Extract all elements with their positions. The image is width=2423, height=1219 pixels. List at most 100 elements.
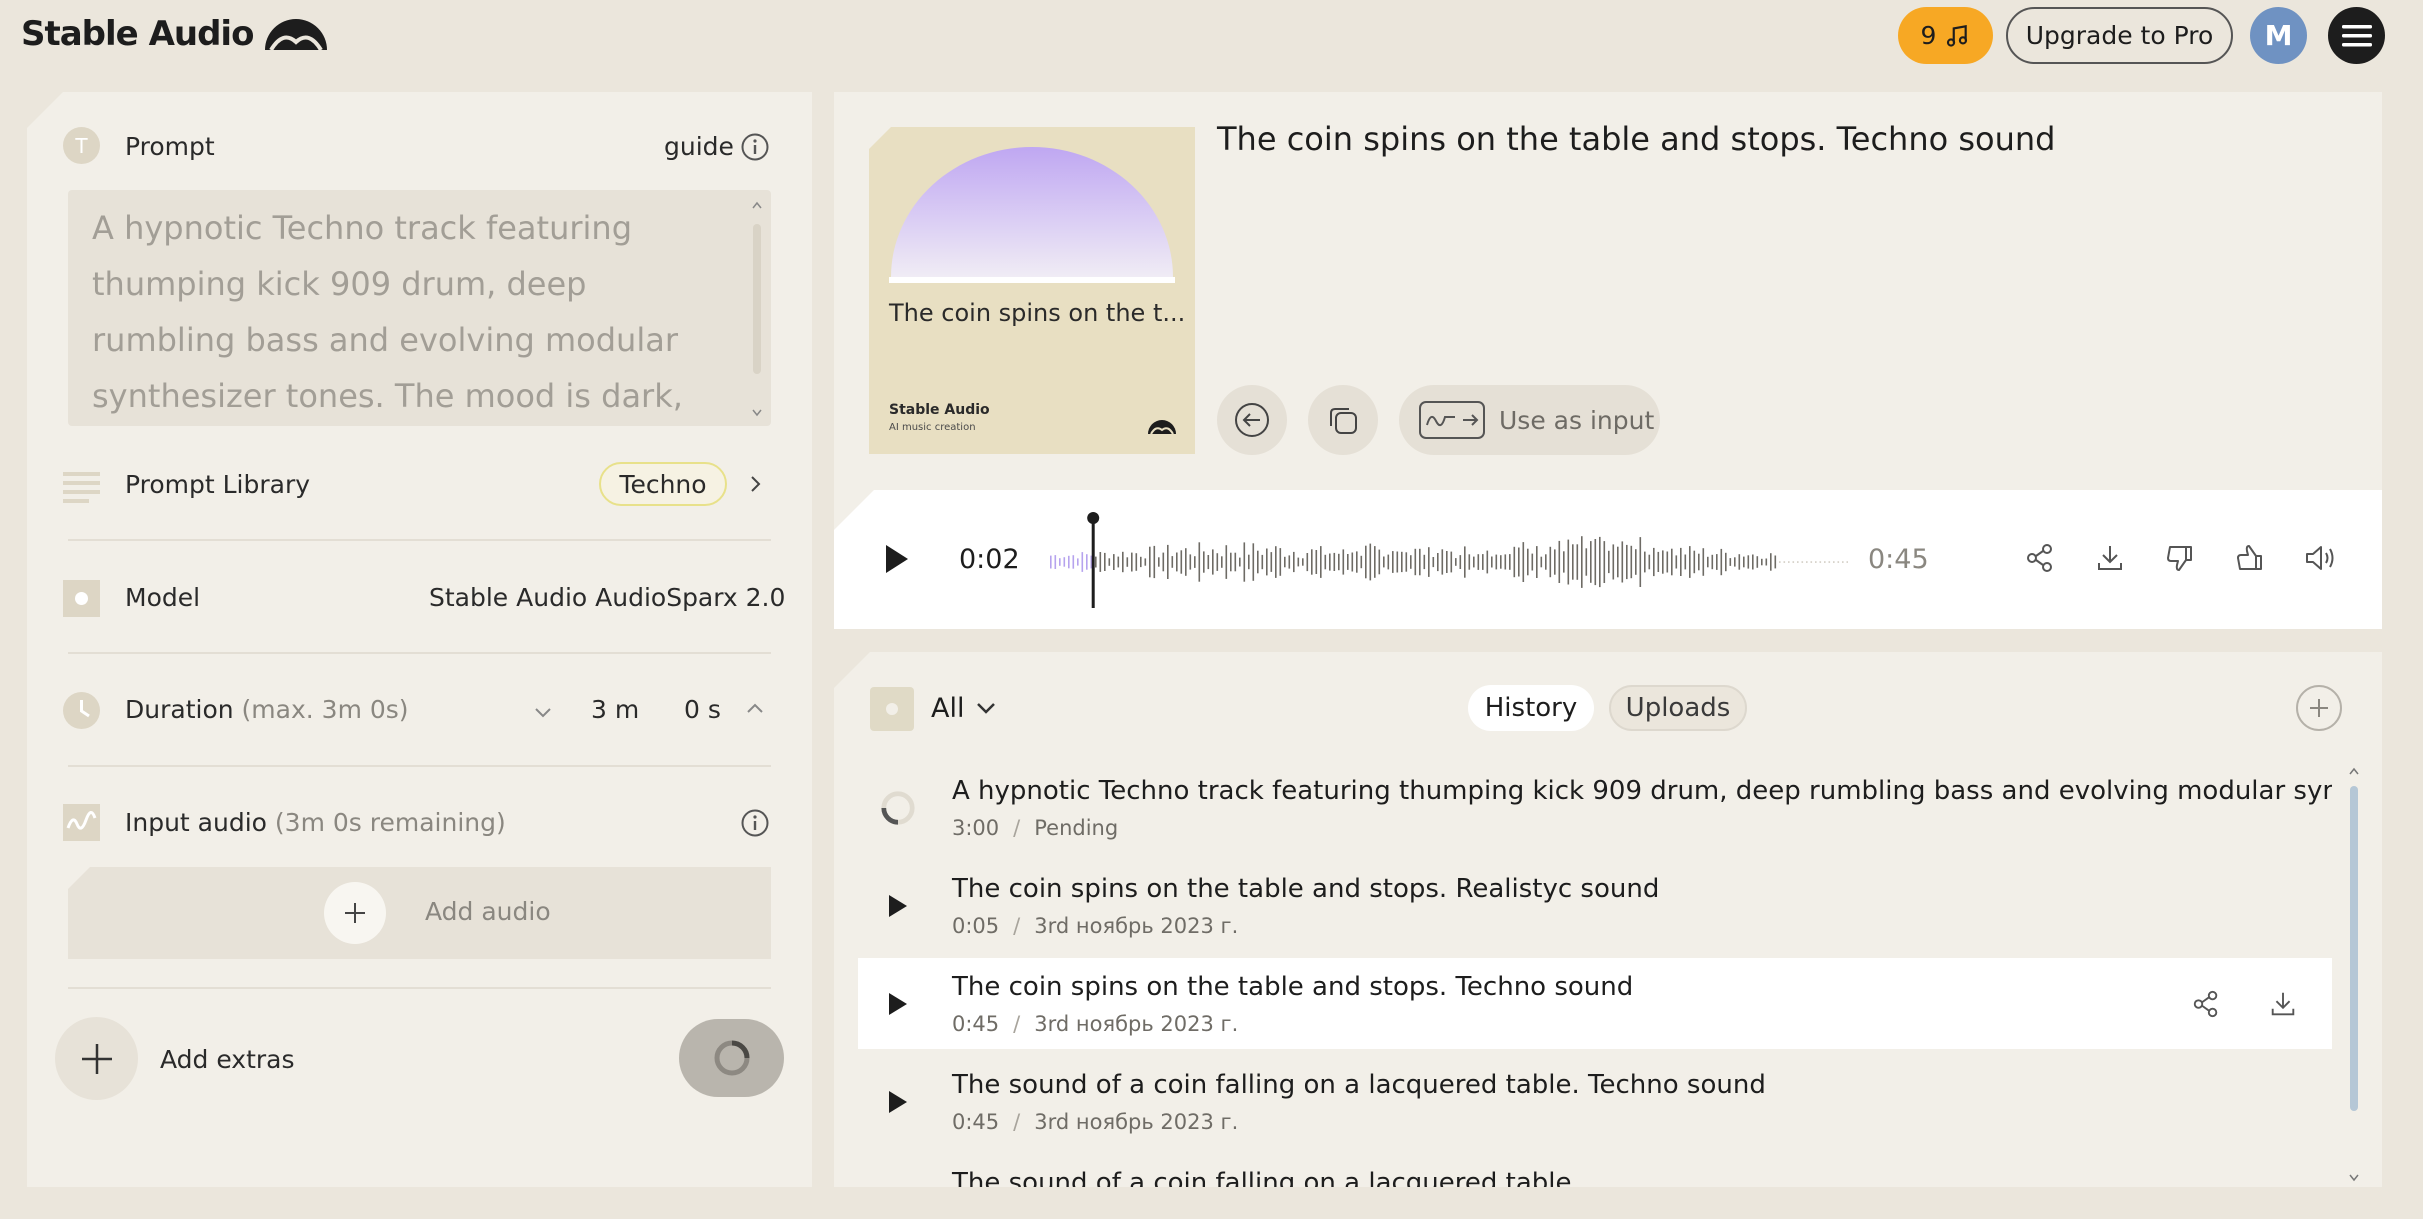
like-button[interactable] — [2228, 536, 2272, 580]
play-button[interactable] — [880, 986, 916, 1022]
waveform-bar — [1612, 544, 1615, 580]
credits-button[interactable]: 9 — [1898, 7, 1993, 64]
prompt-input[interactable]: A hypnotic Techno track featuring thumpi… — [68, 190, 771, 426]
list-item[interactable]: The sound of a coin falling on a lacquer… — [858, 1056, 2332, 1147]
waveform-bar — [1545, 554, 1547, 570]
playhead[interactable] — [1091, 516, 1095, 608]
guide-link[interactable]: guide — [664, 132, 734, 161]
waveform-bar — [1306, 553, 1309, 572]
list-item[interactable]: The coin spins on the table and stops. T… — [858, 958, 2332, 1049]
waveform-bar — [1689, 546, 1691, 578]
waveform-bar — [1324, 554, 1327, 570]
duration-seconds[interactable]: 0 s — [684, 695, 721, 724]
tab-history[interactable]: History — [1468, 685, 1594, 731]
waveform-bar — [1410, 555, 1412, 569]
chevron-down-icon[interactable] — [531, 700, 555, 724]
generate-button[interactable] — [679, 1019, 784, 1097]
upgrade-button[interactable]: Upgrade to Pro — [2006, 7, 2233, 64]
waveform-bar — [1234, 552, 1237, 572]
download-button[interactable] — [2088, 536, 2132, 580]
avatar[interactable]: M — [2250, 7, 2307, 64]
chevron-right-icon[interactable] — [743, 472, 767, 496]
share-icon — [2027, 544, 2052, 572]
waveform-bar — [1122, 551, 1124, 573]
waveform-bar — [1077, 558, 1079, 566]
waveform-icon — [63, 804, 100, 841]
generation-panel: T Prompt guide A hypnotic Techno track f… — [27, 92, 812, 1187]
waveform-bar — [1104, 552, 1106, 571]
waveform-bar — [1194, 556, 1196, 568]
info-icon[interactable] — [740, 132, 770, 162]
tab-uploads[interactable]: Uploads — [1609, 685, 1747, 731]
waveform-bar — [1365, 545, 1367, 579]
list-item[interactable]: A hypnotic Techno track featuring thumpi… — [858, 762, 2332, 853]
arrow-left-circle-icon — [1233, 401, 1271, 439]
waveform-bar — [1117, 556, 1120, 568]
app-header: Stable Audio 9 Upgrade to Pro M — [0, 0, 2423, 75]
dislike-button[interactable] — [2158, 536, 2202, 580]
share-icon — [2193, 990, 2218, 1018]
list-item[interactable]: The sound of a coin falling on a lacquer… — [858, 1154, 2332, 1187]
waveform-bar — [1590, 541, 1592, 583]
info-icon[interactable] — [740, 808, 770, 838]
play-button[interactable] — [880, 1084, 916, 1120]
list-item[interactable]: The coin spins on the table and stops. R… — [858, 860, 2332, 951]
model-select[interactable]: Stable Audio AudioSparx 2.0 — [429, 583, 785, 612]
waveform-bar — [1275, 546, 1277, 578]
waveform-bar — [1644, 551, 1646, 573]
waveform-bar — [1819, 561, 1822, 563]
library-tag-techno[interactable]: Techno — [599, 462, 727, 506]
menu-button[interactable] — [2328, 7, 2385, 64]
history-scrollbar[interactable] — [2342, 762, 2366, 1187]
loading-spinner-icon — [712, 1038, 752, 1078]
chevron-up-icon[interactable] — [743, 697, 767, 721]
input-audio-label: Input audio — [125, 808, 267, 837]
waveform-bar — [1230, 552, 1232, 572]
add-audio-label: Add audio — [425, 897, 551, 926]
waveform-bar — [1441, 549, 1444, 575]
use-as-input-button[interactable]: Use as input — [1399, 385, 1660, 455]
waveform-bar — [1243, 542, 1246, 582]
waveform-bar — [1599, 536, 1601, 588]
brand-logo[interactable]: Stable Audio — [21, 14, 329, 54]
waveform-bar — [1050, 555, 1052, 569]
share-button[interactable] — [2187, 985, 2225, 1023]
copy-button[interactable] — [1308, 385, 1378, 455]
add-audio-dropzone[interactable]: Add audio — [68, 867, 771, 959]
share-button[interactable] — [2018, 536, 2062, 580]
duration-hint: (max. 3m 0s) — [241, 695, 409, 724]
add-extras-button[interactable] — [55, 1017, 138, 1100]
waveform-bar — [1212, 549, 1214, 575]
new-item-button[interactable] — [2296, 685, 2342, 731]
waveform-scrubber[interactable] — [1048, 512, 1848, 612]
play-button[interactable] — [882, 542, 912, 576]
volume-button[interactable] — [2298, 536, 2342, 580]
waveform-bar — [1383, 556, 1385, 568]
play-button[interactable] — [880, 888, 916, 924]
waveform-bar — [1549, 546, 1552, 578]
filter-icon[interactable] — [870, 687, 914, 731]
waveform-bar — [1437, 553, 1439, 572]
prompt-scrollbar[interactable] — [749, 198, 765, 420]
item-duration: 3:00 — [952, 816, 1000, 840]
waveform-bar — [1734, 557, 1736, 567]
waveform-bar — [1464, 546, 1466, 578]
filter-select[interactable]: All — [931, 693, 964, 724]
item-title: A hypnotic Techno track featuring thumpi… — [952, 776, 2332, 806]
play-icon — [889, 895, 907, 917]
reuse-prompt-button[interactable] — [1217, 385, 1287, 455]
duration-minutes[interactable]: 3 m — [591, 695, 639, 724]
plus-icon — [78, 1040, 116, 1078]
track-cover-art[interactable]: The coin spins on the t... Stable Audio … — [869, 127, 1195, 454]
waveform-bar — [1504, 554, 1507, 570]
chevron-down-icon[interactable] — [972, 694, 1000, 722]
waveform-bar — [1401, 551, 1403, 573]
playhead-handle[interactable] — [1087, 512, 1100, 524]
download-button[interactable] — [2264, 985, 2302, 1023]
add-audio-button[interactable] — [324, 882, 386, 944]
waveform-bar — [1239, 557, 1241, 567]
prompt-placeholder: A hypnotic Techno track featuring thumpi… — [92, 209, 683, 415]
waveform-bar — [1720, 548, 1723, 576]
waveform-bar — [1473, 556, 1475, 568]
waveform-bar — [1567, 539, 1570, 585]
